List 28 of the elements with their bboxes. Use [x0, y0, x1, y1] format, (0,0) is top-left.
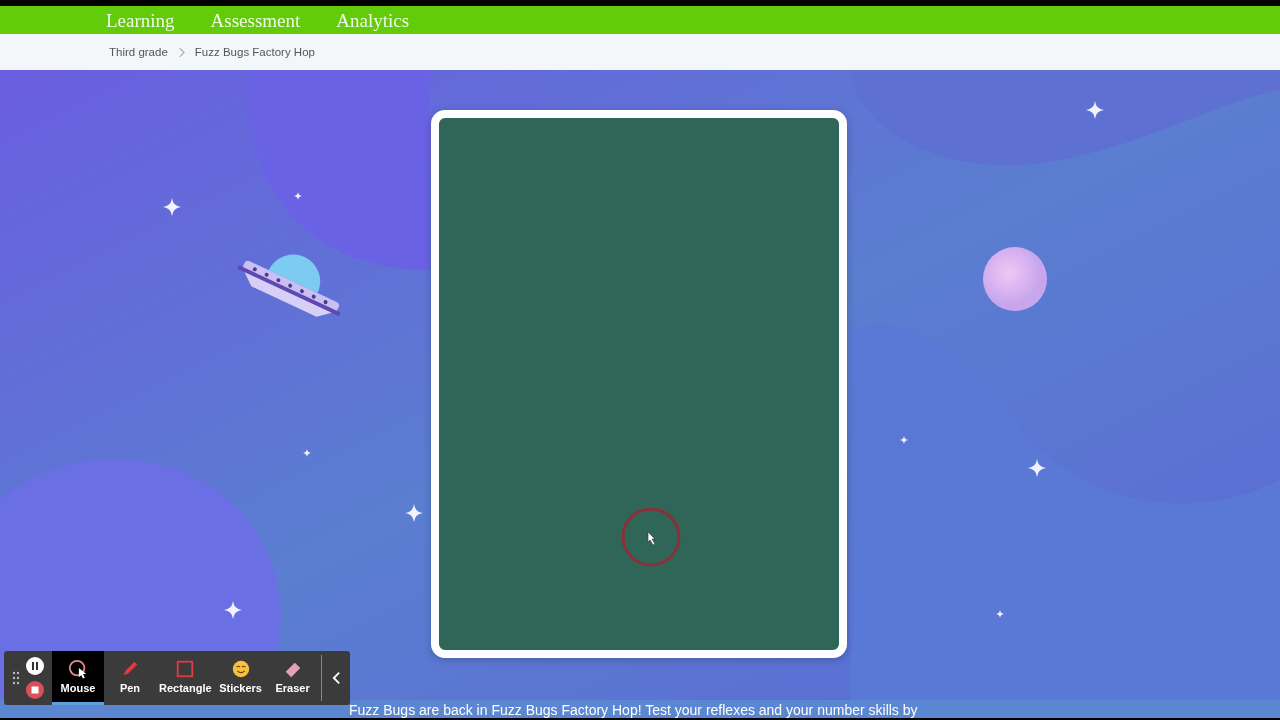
chevron-icon	[177, 46, 185, 58]
stop-icon[interactable]	[26, 681, 44, 699]
planet-drawing	[983, 247, 1047, 311]
game-description: Fuzz Bugs are back in Fuzz Bugs Factory Hop! Test your reflexes and your number skills by	[349, 702, 918, 718]
star-icon	[163, 198, 181, 216]
star-icon	[405, 504, 423, 522]
star-icon	[996, 610, 1004, 618]
star-icon	[1086, 101, 1104, 119]
tool-button[interactable]: Eraser	[266, 651, 319, 705]
star-icon	[303, 449, 311, 457]
star-icon	[900, 436, 908, 444]
star-icon	[1028, 459, 1046, 477]
cursor-highlight-icon	[620, 506, 682, 568]
stickers-tool-icon	[230, 659, 251, 679]
tool-button[interactable]: Pen	[104, 651, 156, 705]
collapse-icon[interactable]	[331, 671, 341, 685]
tool-button[interactable]: Mouse	[52, 651, 104, 705]
star-icon	[224, 601, 242, 619]
tool-button[interactable]: Rectangle	[156, 651, 215, 705]
tool-button[interactable]: Stickers	[214, 651, 267, 705]
rectangle-tool-icon	[175, 659, 196, 679]
breadcrumb-link[interactable]: Third grade	[109, 46, 168, 58]
star-icon	[294, 192, 302, 200]
mouse-tool-icon	[68, 659, 88, 679]
game-frame[interactable]	[431, 110, 847, 658]
breadcrumb-link[interactable]: Fuzz Bugs Factory Hop	[194, 46, 315, 58]
pause-icon[interactable]	[26, 657, 44, 675]
drag-handle-icon[interactable]	[12, 671, 20, 685]
